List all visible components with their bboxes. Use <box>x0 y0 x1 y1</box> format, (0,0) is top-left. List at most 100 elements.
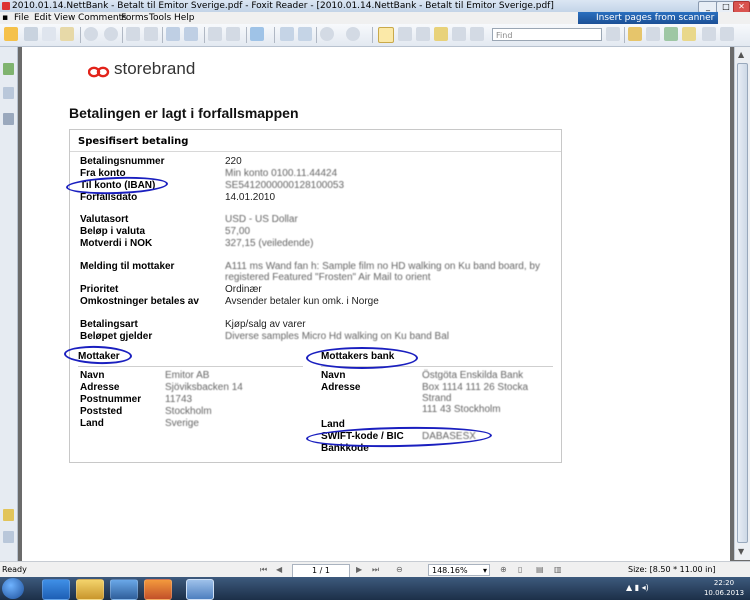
continuous-page-icon[interactable]: ▤ <box>536 562 544 578</box>
chevron-down-icon: ▾ <box>482 566 487 575</box>
field-value-melding-line1: A111 ms Wand fan h: Sample film no HD wa… <box>225 261 540 272</box>
first-page-icon[interactable]: ⏮ <box>260 562 267 578</box>
attachments-panel-icon[interactable] <box>3 509 14 521</box>
page-number-field[interactable]: 1 / 1 <box>292 564 350 578</box>
scroll-thumb[interactable] <box>737 63 748 543</box>
highlight-icon[interactable] <box>628 27 642 41</box>
find-prev-icon[interactable] <box>606 27 620 41</box>
pointer-icon[interactable] <box>416 27 430 41</box>
bank-label-land: Land <box>321 419 345 430</box>
zoom-in-icon[interactable] <box>346 27 360 41</box>
back-icon[interactable] <box>126 27 140 41</box>
clock-date: 10.06.2013 <box>703 589 745 597</box>
minimize-button[interactable]: _ <box>698 1 718 12</box>
bookmarks-panel-icon[interactable] <box>3 63 14 75</box>
field-value-motverdi: 327,15 (veiledende) <box>225 238 314 249</box>
copy-icon[interactable] <box>166 27 180 41</box>
zoom-select[interactable]: 148.16% ▾ <box>428 564 490 576</box>
clock-time: 22:20 <box>713 579 735 587</box>
print-icon[interactable] <box>42 27 56 41</box>
field-label-betalingsnummer: Betalingsnummer <box>80 156 165 167</box>
note-icon[interactable] <box>434 27 448 41</box>
field-value-til-konto: SE5412000000128100053 <box>225 180 345 191</box>
menu-file[interactable]: File <box>14 12 29 24</box>
down-arrow-icon[interactable] <box>104 27 118 41</box>
foxit-app-icon <box>2 2 10 10</box>
close-button[interactable]: ✕ <box>733 1 750 12</box>
pages-panel-icon[interactable] <box>3 87 14 99</box>
bank-label-adresse: Adresse <box>321 382 361 393</box>
facing-page-icon[interactable]: ▥ <box>554 562 562 578</box>
pdf-page: storebrand Betalingen er lagt i forfalls… <box>22 47 730 563</box>
field-value-valutasort: USD - US Dollar <box>225 214 298 225</box>
page-heading: Betalingen er lagt i forfallsmappen <box>69 105 299 121</box>
up-arrow-icon[interactable] <box>84 27 98 41</box>
mottaker-divider <box>78 366 303 367</box>
zoom-icon[interactable] <box>250 27 264 41</box>
select-text-icon[interactable] <box>398 27 412 41</box>
internet-explorer-icon[interactable] <box>42 579 70 600</box>
attachment-icon[interactable] <box>702 27 716 41</box>
scroll-up-icon[interactable]: ▲ <box>738 50 744 59</box>
system-clock[interactable]: 22:20 10.06.2013 <box>700 578 748 598</box>
email-icon[interactable] <box>60 27 74 41</box>
last-page-icon[interactable]: ⏭ <box>372 562 379 578</box>
typewriter-icon[interactable] <box>470 27 484 41</box>
bank-value-adresse-line3: 111 43 Stockholm <box>422 404 501 415</box>
open-folder-icon[interactable] <box>4 27 18 41</box>
pen-icon[interactable] <box>646 27 660 41</box>
single-page-icon[interactable]: ▯ <box>518 562 522 578</box>
file-explorer-icon[interactable] <box>76 579 104 600</box>
comments-panel-icon[interactable] <box>3 531 14 543</box>
menu-icon-doc[interactable]: ▪ <box>2 12 8 24</box>
bookmark-icon[interactable] <box>664 27 678 41</box>
comment-icon[interactable] <box>682 27 696 41</box>
fit-width-icon[interactable] <box>298 27 312 41</box>
layers-panel-icon[interactable] <box>3 113 14 125</box>
tray-icons[interactable]: ▲ ▮ ◂) <box>626 583 649 592</box>
field-label-belop-i-valuta: Beløp i valuta <box>80 226 146 237</box>
ad-banner[interactable]: Insert pages from scanner <box>578 12 718 24</box>
zoom-value: 148.16% <box>432 566 468 575</box>
field-value-betalingsart: Kjøp/salg av varer <box>225 319 306 330</box>
menu-comments[interactable]: Comments <box>78 12 127 24</box>
windows-taskbar: ▲ ▮ ◂) 22:20 10.06.2013 <box>0 577 750 600</box>
field-label-betalingsart: Betalingsart <box>80 319 138 330</box>
find-input[interactable]: Find <box>492 28 602 41</box>
media-player-icon[interactable] <box>110 579 138 600</box>
menu-tools[interactable]: Tools <box>149 12 171 24</box>
forward-icon[interactable] <box>144 27 158 41</box>
save-icon[interactable] <box>24 27 38 41</box>
scroll-down-icon[interactable]: ▼ <box>738 547 744 556</box>
firefox-icon[interactable] <box>144 579 172 600</box>
navigation-panel <box>0 47 18 563</box>
page-number-text: 1 / 1 <box>312 566 330 575</box>
vertical-scrollbar[interactable]: ▲ ▼ <box>734 47 750 560</box>
zoom-out-icon[interactable] <box>320 27 334 41</box>
field-value-prioritet: Ordinær <box>225 284 262 295</box>
ink-circle-mottaker <box>63 344 133 366</box>
menu-forms[interactable]: Forms <box>121 12 148 24</box>
redo-icon[interactable] <box>226 27 240 41</box>
next-page-icon[interactable]: ▶ <box>356 562 362 578</box>
menu-help[interactable]: Help <box>174 12 195 24</box>
status-bar: Ready ⏮ ◀ 1 / 1 ▶ ⏭ ⊖ 148.16% ▾ ⊕ ▯ ▤ ▥ … <box>0 561 750 578</box>
snapshot-icon[interactable] <box>452 27 466 41</box>
foxit-reader-task-icon[interactable] <box>186 579 214 600</box>
mottaker-label-adresse: Adresse <box>80 382 120 393</box>
prev-page-icon[interactable]: ◀ <box>276 562 282 578</box>
zoom-in-small-icon[interactable]: ⊕ <box>500 562 507 578</box>
zoom-out-small-icon[interactable]: ⊖ <box>396 562 403 578</box>
paste-icon[interactable] <box>184 27 198 41</box>
undo-icon[interactable] <box>208 27 222 41</box>
menu-view[interactable]: View <box>54 12 75 24</box>
mottaker-value-navn: Emitor AB <box>165 370 210 381</box>
field-label-belopet-gjelder: Beløpet gjelder <box>80 331 153 342</box>
options-icon[interactable] <box>720 27 734 41</box>
field-label-omkostninger: Omkostninger betales av <box>80 296 199 307</box>
menu-edit[interactable]: Edit <box>34 12 51 24</box>
hand-tool-icon[interactable] <box>378 27 394 43</box>
field-value-omkostninger: Avsender betaler kun omk. i Norge <box>225 296 379 307</box>
fit-page-icon[interactable] <box>280 27 294 41</box>
start-button[interactable] <box>2 578 24 599</box>
